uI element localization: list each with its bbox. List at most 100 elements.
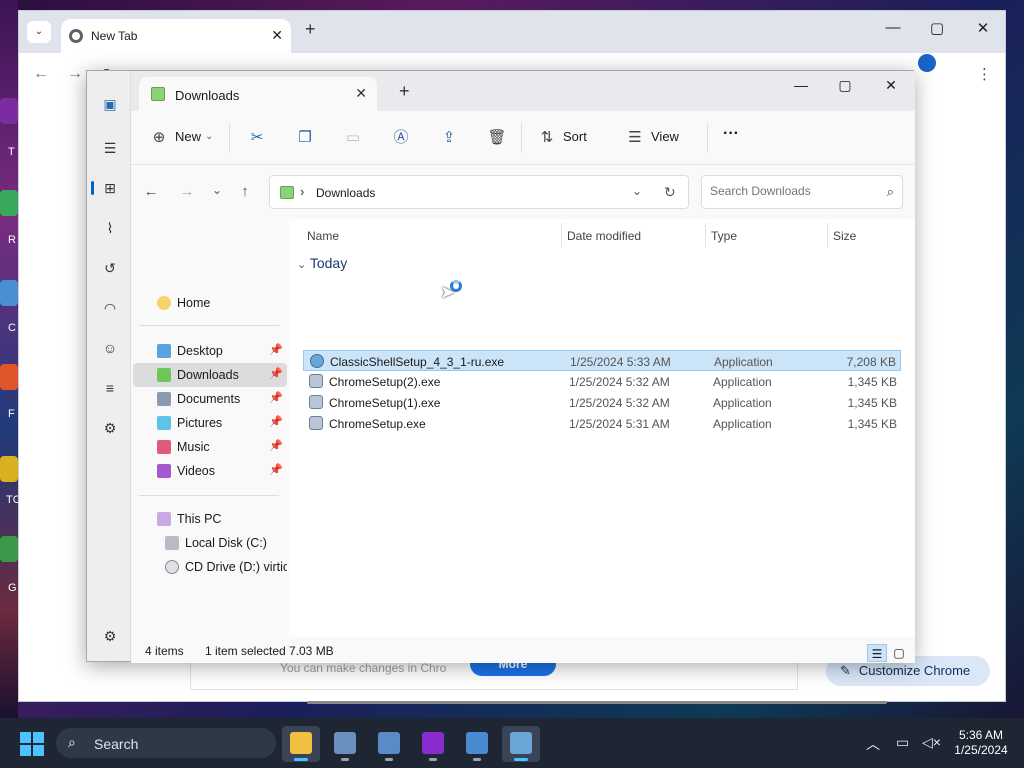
users-icon[interactable]: ☺ [101,339,119,357]
sort-button[interactable]: Sort [563,129,587,144]
rename-icon[interactable]: Ⓐ [391,128,411,148]
explorer-tab-downloads[interactable]: Downloads ✕ [139,77,377,111]
file-row[interactable]: ClassicShellSetup_4_3_1-ru.exe 1/25/2024… [303,350,901,371]
chrome-minimize-button[interactable]: — [881,19,905,36]
nav-item-documents[interactable]: Documents 📌 [133,387,287,411]
search-box[interactable]: ⌕ [701,175,903,209]
nav-item-local-disk[interactable]: Local Disk (C:) [133,531,287,555]
view-button[interactable]: View [651,129,679,144]
group-header-today[interactable]: ⌄ Today [297,255,347,271]
explorer-maximize-button[interactable]: ▢ [833,77,857,94]
taskbar-app-setup-active[interactable] [502,726,540,762]
share-icon[interactable]: ⇪ [439,128,459,148]
chrome-menu-icon[interactable]: ⋮ [977,65,992,83]
network-icon[interactable]: ▭ [896,734,909,751]
search-input[interactable] [710,184,870,198]
nav-item-home[interactable]: Home [133,291,287,315]
services-icon[interactable]: ⚙ [101,419,119,437]
system-clock[interactable]: 5:36 AM 1/25/2024 [948,728,1014,758]
column-divider[interactable] [705,223,706,247]
address-bar[interactable]: › Downloads ⌄ ↻ [269,175,689,209]
desktop-app-icon[interactable] [0,280,18,306]
add-icon[interactable]: ⊕ [149,128,169,148]
pin-icon[interactable]: 📌 [269,343,283,356]
column-header-type[interactable]: Type [711,229,737,243]
activity-icon[interactable]: ⌇ [101,219,119,237]
view-icon[interactable]: ☰ [625,128,645,148]
hamburger-menu-icon[interactable]: ☰ [101,139,119,157]
profile-avatar[interactable] [918,54,936,72]
details-view-button[interactable]: ☰ [867,644,887,662]
file-row[interactable]: ChromeSetup(2).exe 1/25/2024 5:32 AM App… [303,371,901,392]
list-icon[interactable]: ≡ [101,379,119,397]
column-header-name[interactable]: Name [307,229,339,243]
chevron-down-icon[interactable]: ⌄ [632,184,642,198]
column-header-date[interactable]: Date modified [567,229,641,243]
pin-icon[interactable]: 📌 [269,367,283,380]
nav-item-videos[interactable]: Videos 📌 [133,459,287,483]
show-hidden-icons-chevron-icon[interactable]: ︿ [866,734,880,754]
tiles-view-button[interactable]: ▢ [889,644,909,662]
forward-icon[interactable]: → [177,183,197,200]
horizontal-scrollbar[interactable] [307,701,887,704]
desktop-app-icon[interactable] [0,98,18,124]
volume-muted-icon[interactable]: ◁× [922,734,941,751]
nav-item-desktop[interactable]: Desktop 📌 [133,339,287,363]
column-divider[interactable] [827,223,828,247]
taskbar-app-setup[interactable] [370,726,408,762]
cut-icon[interactable]: ✂ [247,128,267,148]
delete-icon[interactable]: 🗑 [487,128,507,148]
nav-item-this-pc[interactable]: This PC [133,507,287,531]
chrome-tab-new-tab[interactable]: New Tab ✕ [61,19,291,53]
explorer-close-button[interactable]: ✕ [879,77,903,94]
explorer-icon[interactable]: ⊞ [101,179,119,197]
new-button[interactable]: New [175,129,201,144]
column-header-size[interactable]: Size [833,229,856,243]
image-icon[interactable]: ▣ [101,95,119,113]
search-icon[interactable]: ⌕ [887,184,894,200]
taskbar-file-explorer[interactable] [282,726,320,762]
back-icon[interactable]: ← [141,183,161,200]
back-icon[interactable]: ← [33,65,49,83]
desktop-app-icon[interactable] [0,536,18,562]
forward-icon[interactable]: → [67,65,83,83]
up-icon[interactable]: ↑ [235,183,255,200]
copy-icon[interactable]: ❐ [295,128,315,148]
chrome-tab-search-button[interactable]: ⌄ [27,21,51,43]
column-divider[interactable] [561,223,562,247]
nav-item-cd-drive[interactable]: CD Drive (D:) virtio- [133,555,287,579]
explorer-minimize-button[interactable]: — [789,77,813,93]
pin-icon[interactable]: 📌 [269,439,283,452]
taskbar-app-setup[interactable] [326,726,364,762]
history-icon[interactable]: ↺ [101,259,119,277]
paste-icon[interactable]: ▭ [343,128,363,148]
explorer-new-tab-button[interactable]: + [399,81,410,102]
nav-item-music[interactable]: Music 📌 [133,435,287,459]
chrome-maximize-button[interactable]: ▢ [925,19,949,37]
settings-icon[interactable]: ⚙ [101,627,119,645]
see-more-button[interactable]: ··· [723,125,739,143]
nav-item-pictures[interactable]: Pictures 📌 [133,411,287,435]
nav-item-downloads[interactable]: Downloads 📌 [133,363,287,387]
chrome-close-button[interactable]: ✕ [971,19,995,37]
pin-icon[interactable]: 📌 [269,463,283,476]
breadcrumb-downloads[interactable]: Downloads [316,186,375,200]
start-button[interactable] [20,732,44,756]
taskbar-app-purple[interactable] [414,726,452,762]
pin-icon[interactable]: 📌 [269,391,283,404]
taskbar-search[interactable]: ⌕ Search [56,728,276,758]
performance-icon[interactable]: ◠ [101,299,119,317]
chrome-new-tab-button[interactable]: + [305,19,316,40]
taskbar-app-photos[interactable] [458,726,496,762]
recent-locations-icon[interactable]: ⌄ [207,183,227,197]
close-icon[interactable]: ✕ [271,27,283,44]
file-row[interactable]: ChromeSetup(1).exe 1/25/2024 5:32 AM App… [303,392,901,413]
desktop-app-icon[interactable] [0,456,18,482]
desktop-app-icon[interactable] [0,190,18,216]
file-row[interactable]: ChromeSetup.exe 1/25/2024 5:31 AM Applic… [303,413,901,434]
pin-icon[interactable]: 📌 [269,415,283,428]
desktop-app-icon[interactable] [0,364,18,390]
refresh-icon[interactable]: ↻ [664,184,676,201]
close-icon[interactable]: ✕ [355,85,367,102]
sort-icon[interactable]: ⇅ [537,128,557,148]
